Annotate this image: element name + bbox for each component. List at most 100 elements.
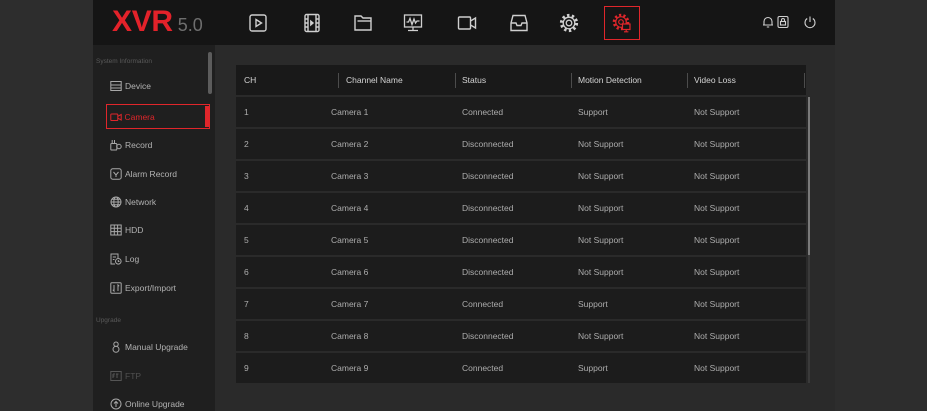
video-loss-cell: Not Support (694, 267, 740, 277)
motion-detection-cell: Not Support (578, 235, 624, 245)
folder-icon (354, 15, 372, 31)
status-cell: Connected (462, 299, 504, 309)
ch-cell: 2 (244, 139, 249, 149)
video-loss-cell: Not Support (694, 331, 740, 341)
motion-detection-cell: Not Support (578, 203, 624, 213)
video-loss-cell: Not Support (694, 235, 740, 245)
notification-button[interactable] (761, 15, 775, 29)
sidebar-item-label: Export/Import (125, 282, 177, 293)
gear-icon (559, 13, 579, 33)
video-loss-cell: Not Support (694, 299, 740, 309)
video-file-icon (304, 13, 320, 33)
sidebar-item-record[interactable]: Record (106, 132, 210, 157)
sidebar-item-manual-upgrade[interactable]: Manual Upgrade (106, 334, 210, 359)
table-row[interactable]: 7 Camera 7 Connected Support Not Support (236, 289, 806, 319)
power-button[interactable] (803, 15, 817, 29)
sidebar-item-camera[interactable]: Camera (106, 104, 210, 129)
main-content: CH Channel Name Status Motion Detection … (215, 45, 835, 411)
sidebar-item-label: Network (125, 196, 157, 207)
sidebar-item-label: Log (125, 253, 140, 264)
video-file-button[interactable] (294, 6, 330, 40)
table-row[interactable]: 4 Camera 4 Disconnected Not Support Not … (236, 193, 806, 223)
column-divider (804, 73, 805, 88)
ch-cell: 4 (244, 203, 249, 213)
table-scrollbar-thumb[interactable] (808, 97, 810, 255)
network-icon (110, 196, 122, 208)
status-cell: Disconnected (462, 331, 514, 341)
sidebar-item-log[interactable]: Log (106, 246, 210, 271)
column-divider (455, 73, 456, 88)
section-title-system-information: System Information (96, 58, 152, 65)
table-row[interactable]: 2 Camera 2 Disconnected Not Support Not … (236, 129, 806, 159)
sidebar-item-label: FTP (125, 370, 142, 381)
column-header-ch: CH (244, 75, 257, 85)
ch-cell: 7 (244, 299, 249, 309)
camera-button[interactable] (449, 6, 485, 40)
motion-detection-cell: Support (578, 363, 608, 373)
sidebar-item-label: Record (125, 139, 153, 150)
sidebar-item-label: Alarm Record (125, 168, 177, 179)
channel-name-cell: Camera 2 (331, 139, 369, 149)
settings-button[interactable] (551, 6, 587, 40)
ch-cell: 1 (244, 107, 249, 117)
section-title-upgrade: Upgrade (96, 317, 121, 324)
sidebar-item-export-import[interactable]: Export/Import (106, 275, 210, 300)
video-loss-cell: Not Support (694, 171, 740, 181)
playback-button[interactable] (240, 6, 276, 40)
top-toolbar: XVR 5.0 (93, 0, 835, 45)
system-settings-icon (612, 13, 631, 33)
motion-detection-cell: Support (578, 299, 608, 309)
sidebar-item-device[interactable]: Device (106, 73, 210, 98)
column-header-channel-name: Channel Name (346, 75, 403, 85)
table-row[interactable]: 9 Camera 9 Connected Support Not Support (236, 353, 806, 383)
screen-lock-button[interactable] (776, 15, 790, 29)
sidebar-item-ftp[interactable]: FTP (106, 363, 210, 388)
channel-name-cell: Camera 6 (331, 267, 369, 277)
table-row[interactable]: 8 Camera 8 Disconnected Not Support Not … (236, 321, 806, 351)
camera-icon (109, 111, 122, 123)
ch-cell: 9 (244, 363, 249, 373)
table-row[interactable]: 1 Camera 1 Connected Support Not Support (236, 97, 806, 127)
channel-name-cell: Camera 4 (331, 203, 369, 213)
motion-detection-cell: Not Support (578, 139, 624, 149)
sidebar-item-online-upgrade[interactable]: Online Upgrade (106, 397, 210, 411)
monitor-chart-icon (403, 14, 423, 32)
table-row[interactable]: 3 Camera 3 Disconnected Not Support Not … (236, 161, 806, 191)
video-loss-cell: Not Support (694, 203, 740, 213)
folder-button[interactable] (345, 6, 381, 40)
screen-lock-icon (777, 15, 789, 29)
sidebar-item-hdd[interactable]: HDD (106, 217, 210, 242)
sidebar-item-label: HDD (125, 224, 144, 235)
column-divider (338, 73, 339, 88)
column-divider (687, 73, 688, 88)
ch-cell: 3 (244, 171, 249, 181)
status-cell: Disconnected (462, 267, 514, 277)
sidebar-item-alarm-record[interactable]: Alarm Record (106, 161, 210, 186)
column-divider (571, 73, 572, 88)
channel-name-cell: Camera 1 (331, 107, 369, 117)
ch-cell: 6 (244, 267, 249, 277)
table-row[interactable]: 5 Camera 5 Disconnected Not Support Not … (236, 225, 806, 255)
channel-name-cell: Camera 9 (331, 363, 369, 373)
ch-cell: 5 (244, 235, 249, 245)
playback-icon (249, 14, 267, 32)
log-icon (110, 253, 122, 265)
sidebar-item-network[interactable]: Network (106, 189, 210, 214)
tray-button[interactable] (501, 6, 537, 40)
motion-detection-cell: Not Support (578, 171, 624, 181)
bell-icon (763, 16, 773, 28)
motion-detection-cell: Support (578, 107, 608, 117)
system-settings-button[interactable] (604, 6, 640, 40)
channel-name-cell: Camera 8 (331, 331, 369, 341)
ftp-icon (110, 370, 122, 382)
camera-icon (457, 16, 477, 30)
monitor-chart-button[interactable] (395, 6, 431, 40)
hdd-icon (110, 224, 122, 236)
motion-detection-cell: Not Support (578, 331, 624, 341)
channel-name-cell: Camera 5 (331, 235, 369, 245)
sidebar-item-label: Camera (124, 111, 155, 122)
alarm-record-icon (110, 167, 122, 180)
table-row[interactable]: 6 Camera 6 Disconnected Not Support Not … (236, 257, 806, 287)
device-icon (110, 80, 122, 92)
online-upgrade-icon (110, 398, 122, 410)
